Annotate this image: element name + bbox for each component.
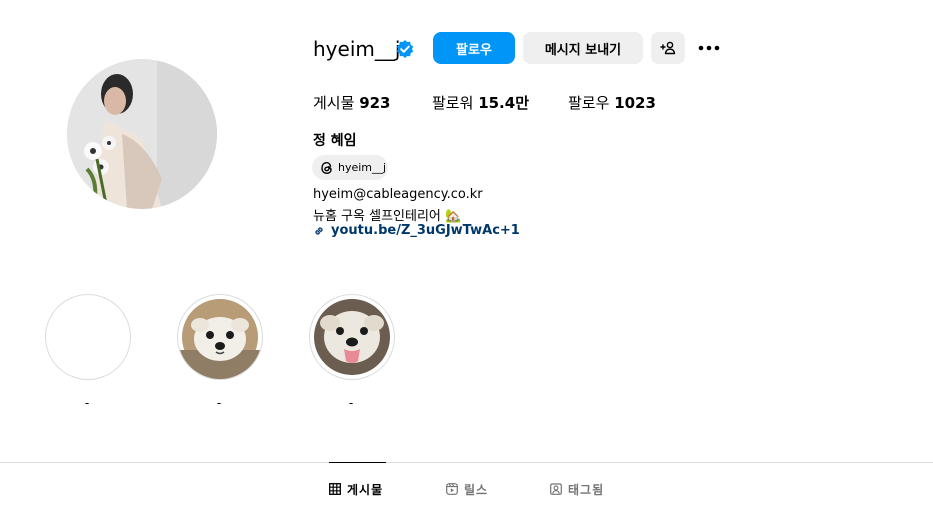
stat-followers[interactable]: 팔로워 15.4만 bbox=[432, 92, 529, 113]
threads-icon bbox=[321, 161, 332, 174]
profile-full-name: 정 혜임 bbox=[313, 133, 357, 149]
highlight-1-label: - bbox=[84, 396, 90, 410]
stat-following-value: 1023 bbox=[614, 94, 656, 112]
grid-icon bbox=[329, 483, 341, 495]
tab-reels-label: 릴스 bbox=[464, 482, 489, 497]
profile-avatar[interactable] bbox=[67, 59, 217, 209]
tab-posts-label: 게시물 bbox=[347, 482, 384, 497]
highlight-3[interactable] bbox=[309, 294, 395, 380]
highlight-dog-photo bbox=[314, 299, 390, 375]
highlight-3-label: - bbox=[348, 396, 354, 410]
highlight-dog-photo bbox=[178, 299, 262, 379]
active-tab-indicator bbox=[329, 462, 386, 463]
stat-following[interactable]: 팔로우 1023 bbox=[568, 92, 656, 113]
bio-link-text: youtu.be/Z_3uGJwTwAc+1 bbox=[331, 223, 520, 238]
tab-tagged-label: 태그됨 bbox=[568, 482, 605, 497]
tabs-divider bbox=[0, 462, 933, 463]
verified-badge-icon bbox=[396, 40, 414, 58]
avatar-photo bbox=[67, 59, 217, 209]
reels-icon bbox=[446, 483, 458, 495]
stat-followers-value: 15.4만 bbox=[478, 94, 529, 112]
add-user-icon bbox=[660, 41, 676, 55]
bio-description: 뉴홈 구옥 셀프인테리어 🏡 bbox=[313, 209, 462, 224]
tab-reels[interactable]: 릴스 bbox=[446, 480, 488, 498]
suggested-accounts-button[interactable] bbox=[651, 32, 685, 64]
tagged-icon bbox=[550, 483, 562, 495]
bio-link[interactable]: youtu.be/Z_3uGJwTwAc+1 bbox=[313, 223, 520, 238]
highlight-1[interactable] bbox=[45, 294, 131, 380]
stat-posts: 게시물 923 bbox=[313, 92, 391, 113]
highlight-2-label: - bbox=[216, 396, 222, 410]
threads-profile-chip[interactable]: hyeim__j bbox=[312, 155, 388, 180]
link-icon bbox=[315, 226, 323, 235]
send-message-button[interactable]: 메시지 보내기 bbox=[523, 32, 643, 64]
profile-username: hyeim__j bbox=[313, 37, 401, 61]
stat-posts-value: 923 bbox=[359, 94, 391, 112]
follow-button[interactable]: 팔로우 bbox=[433, 32, 515, 64]
tab-posts[interactable]: 게시물 bbox=[329, 480, 383, 498]
tab-tagged[interactable]: 태그됨 bbox=[550, 480, 604, 498]
more-options-icon[interactable] bbox=[697, 38, 721, 58]
bio-email: hyeim@cableagency.co.kr bbox=[313, 187, 483, 202]
stat-posts-label: 게시물 bbox=[313, 94, 355, 112]
highlight-2[interactable] bbox=[177, 294, 263, 380]
threads-handle: hyeim__j bbox=[338, 161, 387, 174]
stat-following-label: 팔로우 bbox=[568, 94, 610, 112]
stat-followers-label: 팔로워 bbox=[432, 94, 474, 112]
